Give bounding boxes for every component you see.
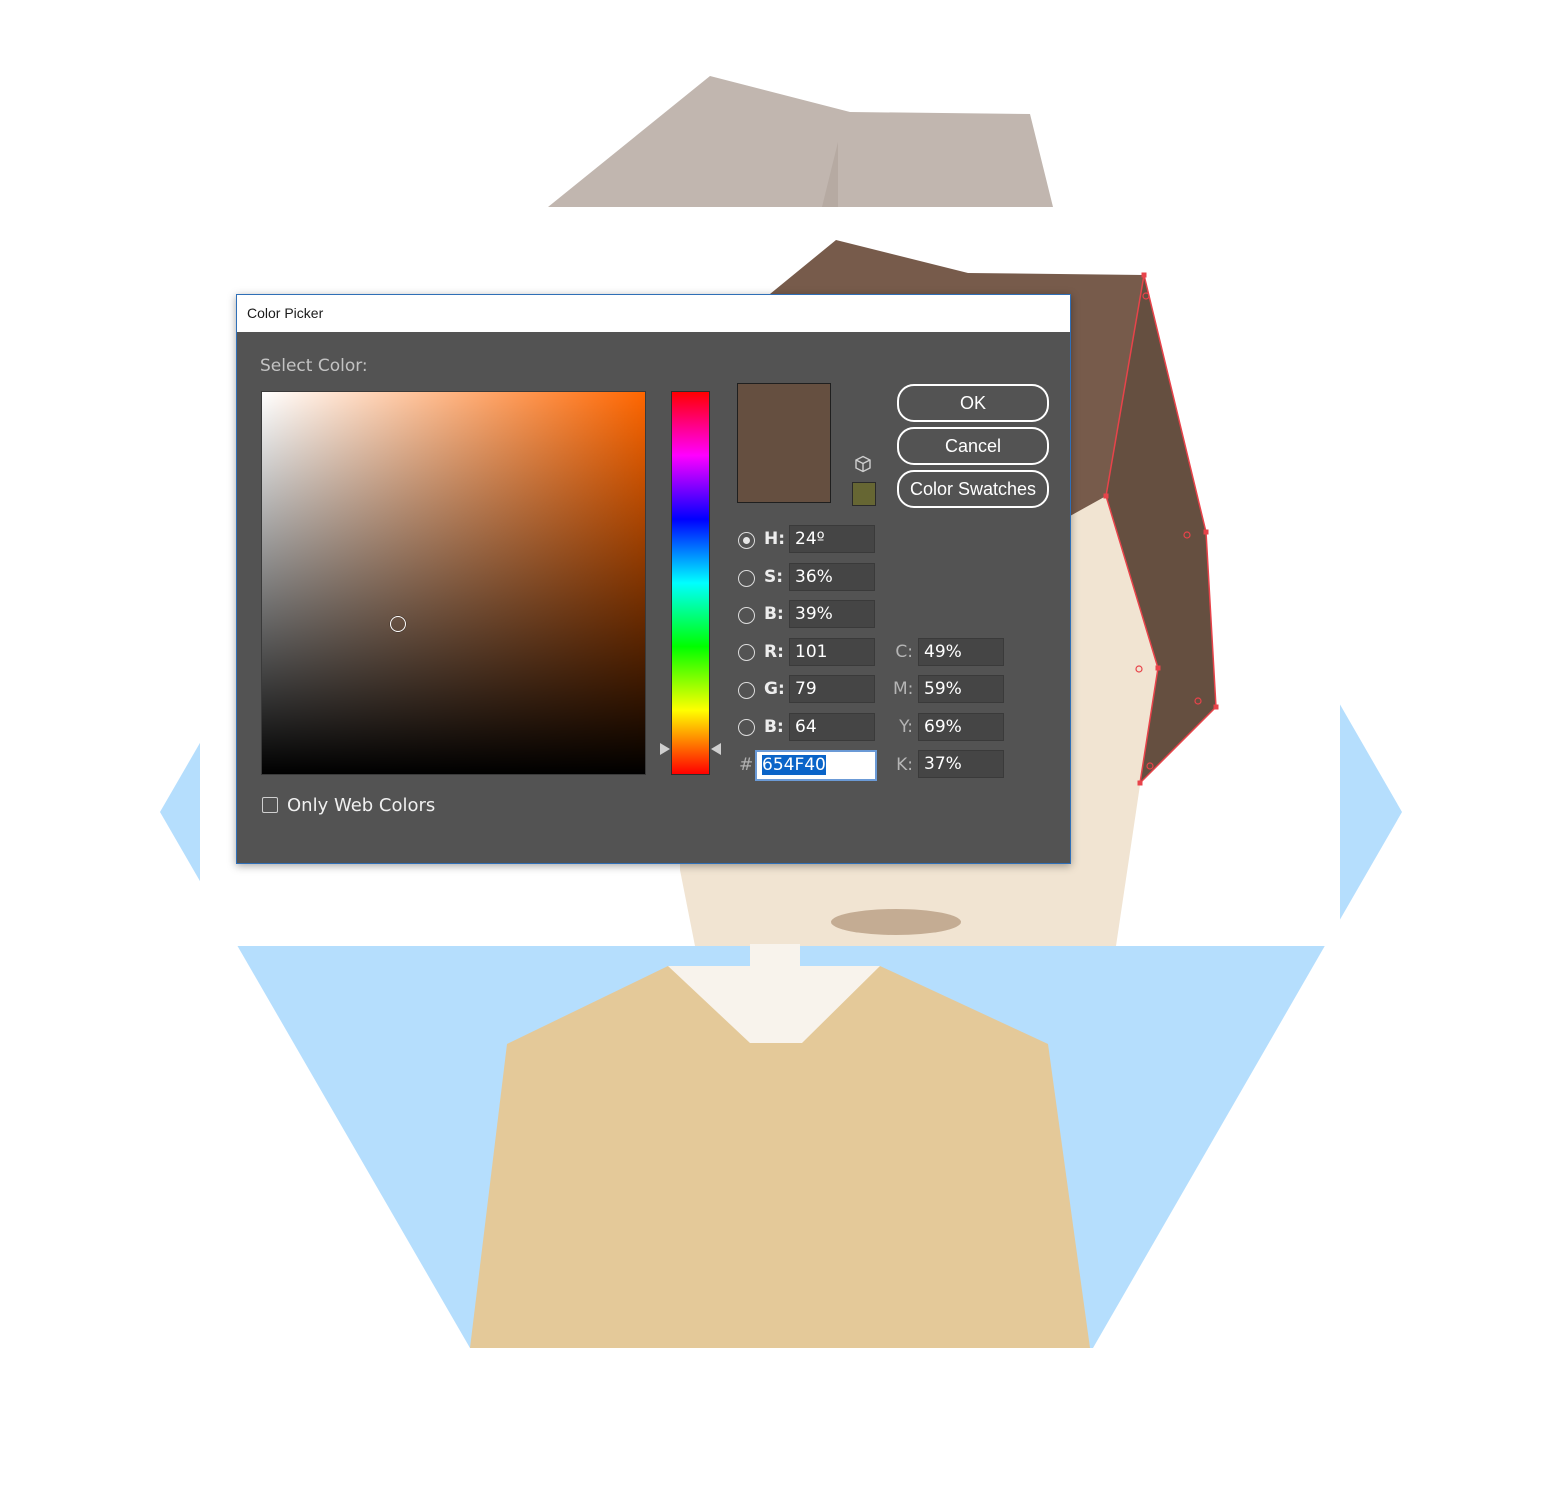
hair-top-shape [548, 76, 1053, 207]
brightness-label: B: [764, 604, 784, 624]
red-radio[interactable] [738, 644, 755, 661]
only-web-colors-label: Only Web Colors [287, 795, 436, 816]
brightness-radio[interactable] [738, 607, 755, 624]
hue-slider[interactable] [671, 391, 710, 775]
cyan-label: C: [895, 642, 913, 662]
saturation-radio[interactable] [738, 570, 755, 587]
anchor-point[interactable] [1141, 272, 1147, 278]
anchor-point[interactable] [1213, 704, 1219, 710]
anchor-point[interactable] [1137, 780, 1143, 786]
hex-value-selected: 654F40 [762, 755, 826, 775]
dialog-title: Color Picker [237, 295, 1070, 332]
anchor-point[interactable] [1155, 665, 1161, 671]
red-label: R: [764, 642, 784, 662]
only-web-colors-checkbox[interactable] [262, 797, 278, 813]
blue-label: B: [764, 717, 784, 737]
color-picker-dialog: Color Picker Select Color: OK Cancel Col… [236, 294, 1071, 864]
hue-slider-right-arrow-icon[interactable] [711, 743, 721, 755]
black-field[interactable]: 37% [918, 750, 1004, 778]
saturation-label: S: [764, 567, 784, 587]
color-field[interactable] [261, 391, 646, 775]
black-label: K: [896, 755, 913, 775]
green-radio[interactable] [738, 682, 755, 699]
anchor-point[interactable] [1203, 529, 1209, 535]
hex-field[interactable]: 654F40 [755, 750, 877, 781]
web-safe-cube-icon[interactable] [854, 455, 872, 473]
green-label: G: [764, 679, 785, 699]
web-safe-color-swatch[interactable] [852, 482, 876, 506]
hex-label: # [739, 755, 754, 775]
color-swatches-button[interactable]: Color Swatches [897, 470, 1049, 508]
yellow-field[interactable]: 69% [918, 713, 1004, 741]
color-field-cursor[interactable] [390, 616, 406, 632]
ok-button[interactable]: OK [897, 384, 1049, 422]
hue-label: H: [764, 529, 786, 549]
anchor-point[interactable] [1103, 493, 1109, 499]
magenta-field[interactable]: 59% [918, 675, 1004, 703]
green-field[interactable]: 79 [789, 675, 875, 703]
blue-field[interactable]: 64 [789, 713, 875, 741]
magenta-label: M: [893, 679, 914, 699]
red-field[interactable]: 101 [789, 638, 875, 666]
new-color-preview [737, 383, 831, 503]
yellow-label: Y: [899, 717, 913, 737]
saturation-field[interactable]: 36% [789, 563, 875, 591]
blue-radio[interactable] [738, 719, 755, 736]
hue-field[interactable]: 24º [789, 525, 875, 553]
mouth-shape [831, 909, 961, 935]
hue-slider-left-arrow-icon[interactable] [660, 743, 670, 755]
cyan-field[interactable]: 49% [918, 638, 1004, 666]
hue-radio[interactable] [738, 532, 755, 549]
select-color-label: Select Color: [260, 356, 368, 376]
cancel-button[interactable]: Cancel [897, 427, 1049, 465]
brightness-field[interactable]: 39% [789, 600, 875, 628]
